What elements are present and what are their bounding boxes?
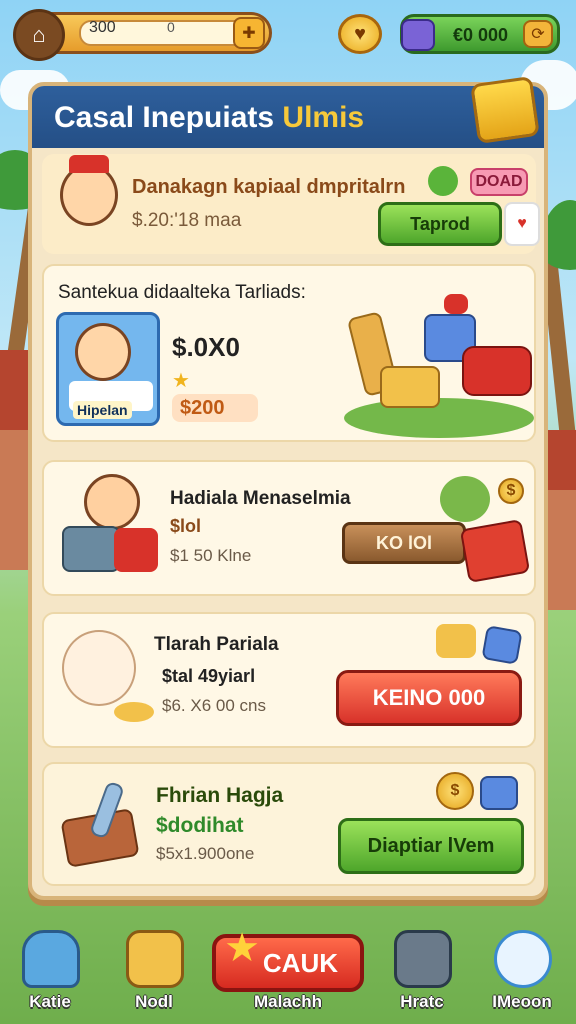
offer-2-button[interactable]: KO lOl <box>342 522 466 564</box>
gift-box-icon <box>470 75 540 145</box>
coin-icon: $ <box>498 478 524 504</box>
cash-value: €0 000 <box>453 25 509 45</box>
star-icon: ★ <box>224 926 260 970</box>
offer-3-line1: $tal 49yiarl <box>162 666 256 686</box>
toolbox-icon <box>459 519 531 583</box>
pet-icon <box>494 930 552 988</box>
home-icon[interactable]: ⌂ <box>13 9 65 61</box>
offer-4-title: Fhrian Hagja <box>156 784 284 807</box>
top-bar: ⌂ 300 0 ✚ ♥ €0 000 ⟳ <box>0 8 576 61</box>
nav-item-1[interactable]: Katie <box>0 930 100 1024</box>
cash-icon <box>401 19 435 51</box>
nav-item-5[interactable]: IMeoon <box>472 930 572 1024</box>
offer-4-line1: $dodihat <box>156 814 244 837</box>
clover-icon <box>428 166 458 196</box>
coin-secondary-value: 0 <box>167 19 175 35</box>
offer-1-portrait-label: Hipelan <box>73 401 132 419</box>
offer-3-button[interactable]: KEINO 000 <box>336 670 522 726</box>
coin-icon: $ <box>436 772 474 810</box>
featured-badge: DOAD <box>470 168 528 196</box>
featured-offer: Danakagn kapiaal dmpritalrn $.20:'18 maa… <box>42 154 540 254</box>
coin-value: 300 <box>89 19 116 36</box>
offer-1-heading: Santekua didaalteka Tarliads: <box>58 282 306 303</box>
dice-icon <box>481 625 523 665</box>
offer-4-button[interactable]: Diaptiar lVem <box>338 818 524 874</box>
gem-icon[interactable]: ♥ <box>338 14 382 54</box>
panel-title: Casal Inepuiats Ulmis <box>54 101 364 135</box>
bottom-navigation: Katie Nodl Malachh CAUK ★ Hratc IMeoon <box>0 926 576 1024</box>
offer-card-1: Santekua didaalteka Tarliads: Hipelan $.… <box>42 264 536 442</box>
panel-header: Casal Inepuiats Ulmis <box>32 75 544 148</box>
shop-panel: Casal Inepuiats Ulmis Danakagn kapiaal d… <box>28 75 548 900</box>
offer-card-2: Hadiala Menaselmia $lol $1 50 Klne KO lO… <box>42 460 536 596</box>
nav-label-5: IMeoon <box>492 992 552 1011</box>
featured-buy-button[interactable]: Taprod <box>378 202 502 246</box>
cash-balance-bar: €0 000 ⟳ <box>400 14 560 54</box>
nav-label-1: Katie <box>29 992 71 1011</box>
refresh-icon[interactable]: ⟳ <box>523 20 553 48</box>
offer-4-line2: $5x1.900one <box>156 844 255 863</box>
offer-3-line2: $6. X6 00 cns <box>162 696 266 715</box>
offer-2-line2: $1 50 Klne <box>170 546 252 565</box>
featured-title: Danakagn kapiaal dmpritalrn <box>132 176 406 198</box>
offer-1-price-tag[interactable]: $200 <box>172 394 258 422</box>
offer-1-portrait: Hipelan <box>56 312 160 426</box>
dice-icon <box>480 776 518 810</box>
character-avatar <box>60 155 118 226</box>
offer-card-3: Tlarah Pariala $tal 49yiarl $6. X6 00 cn… <box>42 612 536 748</box>
coin-balance-bar: ⌂ 300 0 ✚ <box>13 9 272 61</box>
elephant-icon <box>22 930 80 988</box>
offer-2-crate <box>62 526 120 572</box>
star-icon: ★ <box>172 370 190 392</box>
nav-item-2[interactable]: Nodl <box>104 930 204 1024</box>
sword-crate-icon <box>126 930 184 988</box>
panel-title-accent: Ulmis <box>282 101 365 134</box>
box-icon <box>394 930 452 988</box>
offer-2-title: Hadiala Menaselmia <box>170 488 351 509</box>
offer-2-character <box>84 474 140 530</box>
coin-pile-icon <box>114 702 154 722</box>
bunny-character-icon <box>62 630 136 706</box>
cat-character-icon <box>440 476 490 522</box>
offer-2-gift <box>114 528 158 572</box>
plus-icon[interactable]: ✚ <box>233 17 265 49</box>
nav-label-2: Nodl <box>135 992 173 1011</box>
panel-title-main: Casal Inepuiats <box>54 101 275 134</box>
heart-icon[interactable]: ♥ <box>504 202 540 246</box>
nav-item-4[interactable]: Hratc <box>372 930 472 1024</box>
gold-bar-icon <box>436 624 476 658</box>
nav-label-3: Malachh <box>253 992 323 1011</box>
nav-label-4: Hratc <box>400 992 444 1011</box>
featured-subtitle: $.20:'18 maa <box>132 210 242 231</box>
offer-card-4: Fhrian Hagja $dodihat $5x1.900one Diapti… <box>42 762 536 886</box>
offer-3-title: Tlarah Pariala <box>154 634 279 655</box>
offer-1-price: $.0X0 <box>172 332 240 362</box>
offer-2-line1: $lol <box>170 516 202 536</box>
